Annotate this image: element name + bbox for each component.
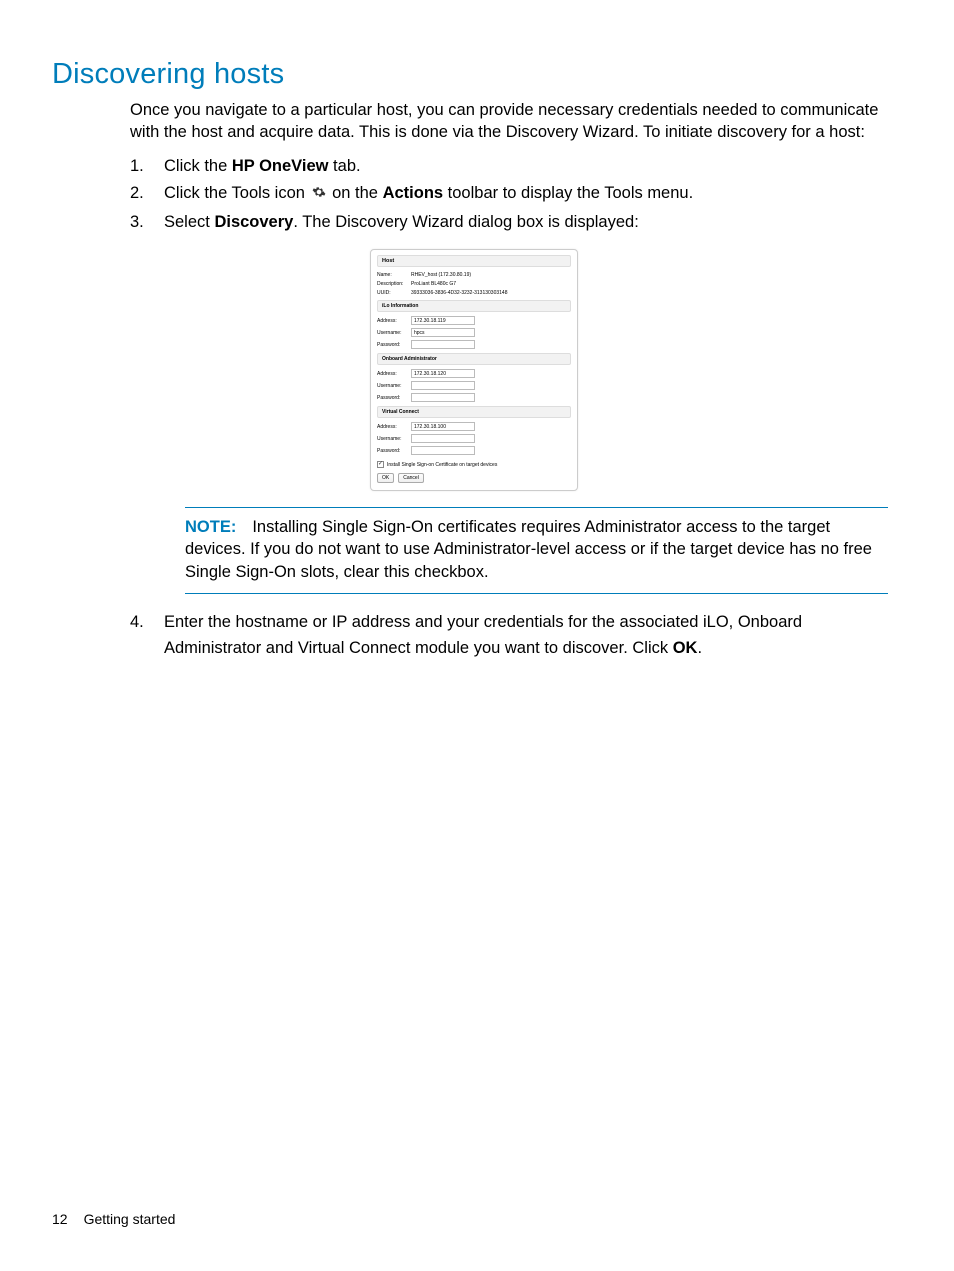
step-1: 1. Click the HP OneView tab. [130, 154, 888, 180]
step-2-text-a: Click the Tools icon [164, 184, 310, 202]
step-1-text-c: tab. [328, 157, 360, 175]
section-heading: Discovering hosts [52, 58, 902, 91]
host-name-label: Name: [377, 272, 411, 278]
oa-section-header: Onboard Administrator [377, 353, 571, 365]
step-4-text-c: . [697, 639, 702, 657]
step-2-text: Click the Tools icon on the Actions tool… [164, 181, 888, 208]
page-footer: 12 Getting started [52, 1211, 175, 1227]
vc-password-input[interactable] [411, 446, 475, 455]
note-text: Installing Single Sign-On certificates r… [185, 518, 872, 581]
oa-address-input[interactable]: 172.30.18.120 [411, 369, 475, 378]
step-3: 3. Select Discovery. The Discovery Wizar… [130, 210, 888, 236]
step-1-text: Click the HP OneView tab. [164, 154, 888, 180]
oa-password-label: Password: [377, 395, 411, 401]
note-box: NOTE:Installing Single Sign-On certifica… [185, 507, 888, 594]
sso-checkbox[interactable] [377, 461, 384, 468]
vc-section-header: Virtual Connect [377, 406, 571, 418]
ilo-address-label: Address: [377, 318, 411, 324]
discovery-dialog-screenshot: Host Name:RHEV_host (172.30.80.19) Descr… [370, 249, 888, 491]
host-uuid-label: UUID: [377, 290, 411, 296]
step-2-num: 2. [130, 181, 164, 208]
oa-address-label: Address: [377, 371, 411, 377]
step-4-text-a: Enter the hostname or IP address and you… [164, 613, 802, 657]
oa-username-label: Username: [377, 383, 411, 389]
host-desc-label: Description: [377, 281, 411, 287]
step-3-text: Select Discovery. The Discovery Wizard d… [164, 210, 888, 236]
gear-icon [312, 182, 326, 208]
step-4: 4. Enter the hostname or IP address and … [130, 610, 888, 661]
step-1-text-a: Click the [164, 157, 232, 175]
ilo-section-header: iLo Information [377, 300, 571, 312]
step-3-bold: Discovery [214, 213, 293, 231]
step-2-text-d: toolbar to display the Tools menu. [443, 184, 693, 202]
ilo-username-input[interactable]: hpcs [411, 328, 475, 337]
host-uuid-value: 39333036-3836-4D32-3232-313130303148 [411, 290, 571, 296]
vc-username-label: Username: [377, 436, 411, 442]
ilo-username-label: Username: [377, 330, 411, 336]
cancel-button[interactable]: Cancel [398, 473, 424, 483]
step-3-num: 3. [130, 210, 164, 236]
sso-checkbox-label: Install Single Sign-on Certificate on ta… [387, 462, 497, 468]
note-label: NOTE: [185, 518, 236, 536]
intro-paragraph: Once you navigate to a particular host, … [130, 99, 888, 144]
vc-password-label: Password: [377, 448, 411, 454]
step-1-num: 1. [130, 154, 164, 180]
step-4-num: 4. [130, 610, 164, 661]
step-1-bold: HP OneView [232, 157, 329, 175]
vc-address-label: Address: [377, 424, 411, 430]
ilo-address-input[interactable]: 172.30.18.119 [411, 316, 475, 325]
discovery-dialog: Host Name:RHEV_host (172.30.80.19) Descr… [370, 249, 578, 491]
oa-username-input[interactable] [411, 381, 475, 390]
oa-password-input[interactable] [411, 393, 475, 402]
step-3-text-c: . The Discovery Wizard dialog box is dis… [293, 213, 638, 231]
step-4-bold: OK [673, 639, 698, 657]
footer-section: Getting started [84, 1211, 176, 1227]
step-3-text-a: Select [164, 213, 214, 231]
ok-button[interactable]: OK [377, 473, 394, 483]
dialog-host-header: Host [377, 255, 571, 267]
ilo-password-input[interactable] [411, 340, 475, 349]
step-2-text-c: on the [328, 184, 383, 202]
step-2: 2. Click the Tools icon on the Actions t… [130, 181, 888, 208]
step-4-text: Enter the hostname or IP address and you… [164, 610, 888, 661]
ilo-password-label: Password: [377, 342, 411, 348]
host-name-value: RHEV_host (172.30.80.19) [411, 272, 571, 278]
step-2-bold: Actions [383, 184, 444, 202]
vc-address-input[interactable]: 172.30.18.100 [411, 422, 475, 431]
host-desc-value: ProLiant BL480c G7 [411, 281, 571, 287]
vc-username-input[interactable] [411, 434, 475, 443]
page-number: 12 [52, 1211, 68, 1227]
